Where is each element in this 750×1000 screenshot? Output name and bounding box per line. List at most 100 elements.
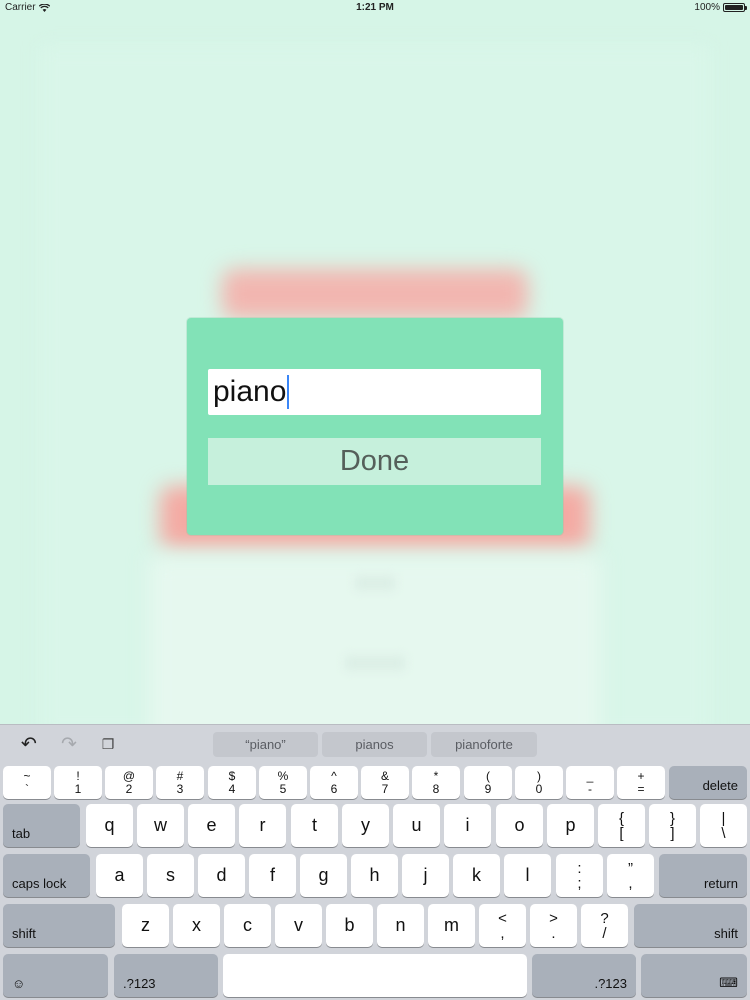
undo-icon[interactable]: ↶: [18, 733, 40, 755]
key-r[interactable]: r: [239, 804, 286, 847]
key-top-label: %: [277, 768, 289, 783]
shift-left-key[interactable]: shift: [3, 904, 115, 947]
tab-key[interactable]: tab: [3, 804, 80, 847]
key-bottom-label: 0: [535, 781, 543, 796]
key-comma[interactable]: <,: [479, 904, 526, 947]
key-5[interactable]: % 5: [259, 766, 307, 799]
key-top-label: $: [228, 768, 236, 783]
emoji-key[interactable]: ☺: [3, 954, 108, 997]
key-quote[interactable]: ”,: [607, 854, 654, 897]
shift-right-key[interactable]: shift: [634, 904, 747, 947]
key-top-label: ^: [331, 768, 337, 783]
key-q[interactable]: q: [86, 804, 133, 847]
suggestion-item[interactable]: pianoforte: [431, 732, 537, 757]
key-2[interactable]: @2: [105, 766, 153, 799]
key-bottom-label: 5: [279, 781, 287, 796]
key-h[interactable]: h: [351, 854, 398, 897]
key-m[interactable]: m: [428, 904, 475, 947]
key-i[interactable]: i: [444, 804, 491, 847]
key-0[interactable]: ) 0: [515, 766, 563, 799]
key-u[interactable]: u: [393, 804, 440, 847]
key-bottom-label: ]: [670, 824, 675, 842]
clock: 1:21 PM: [356, 2, 394, 13]
numbers-left-key[interactable]: .?123: [114, 954, 218, 997]
background-text-blur: [355, 576, 395, 590]
key-top-label: }: [669, 809, 675, 827]
key-o[interactable]: o: [496, 804, 543, 847]
key-f[interactable]: f: [249, 854, 296, 897]
key-top-label: !: [76, 768, 80, 783]
key-1[interactable]: ! 1: [54, 766, 102, 799]
key-bottom-label: -: [588, 781, 592, 796]
key-9[interactable]: (9: [464, 766, 512, 799]
return-key[interactable]: return: [659, 854, 747, 897]
key-8[interactable]: * 8: [412, 766, 460, 799]
key-top-label: #: [176, 768, 184, 783]
key-v[interactable]: v: [275, 904, 322, 947]
delete-key[interactable]: delete: [669, 766, 747, 799]
key-bracket-left[interactable]: {[: [598, 804, 645, 847]
status-bar: Carrier 1:21 PM 100%: [0, 0, 750, 16]
key-g[interactable]: g: [300, 854, 347, 897]
key-top-label: |: [721, 809, 726, 827]
key-top-label: {: [618, 809, 624, 827]
key-c[interactable]: c: [224, 904, 271, 947]
caps-lock-key[interactable]: caps lock: [3, 854, 90, 897]
key-n[interactable]: n: [377, 904, 424, 947]
key-equals[interactable]: + =: [617, 766, 665, 799]
key-top-label: ): [537, 768, 541, 783]
key-bottom-label: ,: [500, 924, 505, 942]
key-top-label: ?: [600, 909, 609, 927]
hide-keyboard-icon: ⌨: [719, 975, 738, 990]
key-bottom-label: 2: [125, 781, 133, 796]
key-7[interactable]: & 7: [361, 766, 409, 799]
numbers-key-label: .?123: [123, 976, 156, 991]
key-bottom-label: 8: [432, 781, 440, 796]
key-semicolon[interactable]: :;: [556, 854, 603, 897]
key-a[interactable]: a: [96, 854, 143, 897]
key-s[interactable]: s: [147, 854, 194, 897]
numbers-right-key[interactable]: .?123: [532, 954, 636, 997]
key-bracket-right[interactable]: }]: [649, 804, 696, 847]
key-bottom-label: =: [637, 781, 645, 796]
key-slash[interactable]: ? /: [581, 904, 628, 947]
key-backtick[interactable]: ~ `: [3, 766, 51, 799]
key-bottom-label: 3: [176, 781, 184, 796]
key-y[interactable]: y: [342, 804, 389, 847]
key-l[interactable]: l: [504, 854, 551, 897]
key-4[interactable]: $4: [208, 766, 256, 799]
key-w[interactable]: w: [137, 804, 184, 847]
key-d[interactable]: d: [198, 854, 245, 897]
key-b[interactable]: b: [326, 904, 373, 947]
on-screen-keyboard: ↶ ↷ ❐ “piano” pianos pianoforte ~ ` ! 1 @2…: [0, 724, 750, 1000]
suggestion-item[interactable]: “piano”: [213, 732, 318, 757]
tab-key-label: tab: [12, 826, 31, 841]
key-j[interactable]: j: [402, 854, 449, 897]
key-3[interactable]: #3: [156, 766, 204, 799]
key-z[interactable]: z: [122, 904, 169, 947]
key-p[interactable]: p: [547, 804, 594, 847]
status-right: 100%: [694, 2, 747, 13]
done-button[interactable]: Done: [208, 438, 541, 485]
space-bar[interactable]: [223, 954, 527, 997]
key-minus[interactable]: _ -: [566, 766, 614, 799]
key-e[interactable]: e: [188, 804, 235, 847]
key-bottom-label: 4: [228, 781, 236, 796]
key-bottom-label: ,: [628, 874, 633, 892]
key-top-label: ~: [23, 768, 31, 783]
key-6[interactable]: ^ 6: [310, 766, 358, 799]
suggestion-item[interactable]: pianos: [322, 732, 427, 757]
hide-keyboard-key[interactable]: ⌨: [641, 954, 747, 997]
paste-icon[interactable]: ❐: [97, 733, 119, 755]
key-period[interactable]: >.: [530, 904, 577, 947]
key-top-label: ”: [628, 859, 633, 877]
keyboard-shortcut-bar: ↶ ↷ ❐ “piano” pianos pianoforte: [0, 725, 750, 763]
key-top-label: (: [486, 768, 490, 783]
delete-key-label: delete: [702, 778, 738, 793]
redo-icon[interactable]: ↷: [58, 733, 80, 755]
key-k[interactable]: k: [453, 854, 500, 897]
key-t[interactable]: t: [291, 804, 338, 847]
text-input-field[interactable]: piano: [208, 369, 541, 415]
key-backslash[interactable]: | \: [700, 804, 747, 847]
key-x[interactable]: x: [173, 904, 220, 947]
